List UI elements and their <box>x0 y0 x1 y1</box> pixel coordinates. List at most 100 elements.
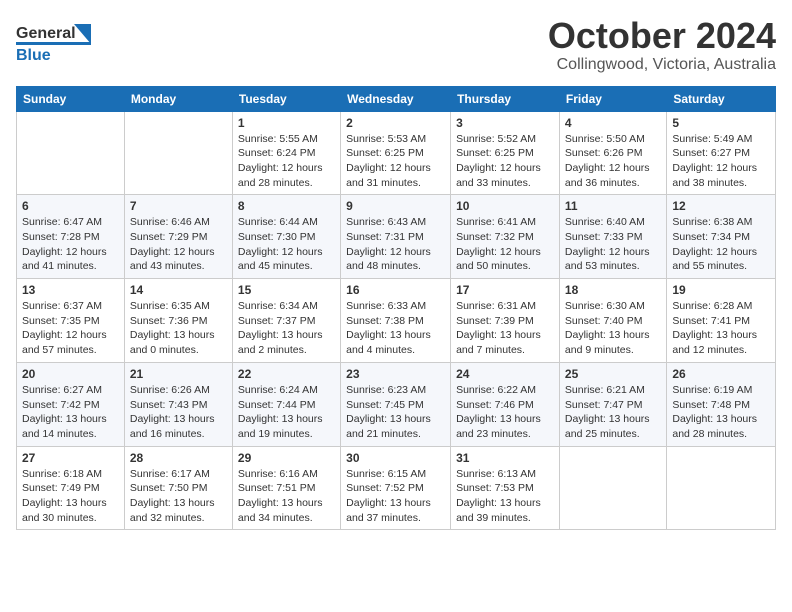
calendar-cell: 29 Sunrise: 6:16 AM Sunset: 7:51 PM Dayl… <box>232 446 340 530</box>
calendar-header-row: SundayMondayTuesdayWednesdayThursdayFrid… <box>17 86 776 111</box>
page-header: General Blue October 2024 Collingwood, V… <box>16 16 776 74</box>
day-number: 2 <box>346 116 445 130</box>
day-info: Sunrise: 5:52 AM Sunset: 6:25 PM Dayligh… <box>456 132 554 191</box>
day-number: 5 <box>672 116 770 130</box>
calendar-cell: 31 Sunrise: 6:13 AM Sunset: 7:53 PM Dayl… <box>451 446 560 530</box>
calendar-cell: 18 Sunrise: 6:30 AM Sunset: 7:40 PM Dayl… <box>559 279 666 363</box>
calendar-week-row: 1 Sunrise: 5:55 AM Sunset: 6:24 PM Dayli… <box>17 111 776 195</box>
calendar-cell: 9 Sunrise: 6:43 AM Sunset: 7:31 PM Dayli… <box>341 195 451 279</box>
calendar-cell: 21 Sunrise: 6:26 AM Sunset: 7:43 PM Dayl… <box>124 362 232 446</box>
day-number: 24 <box>456 367 554 381</box>
calendar-cell: 11 Sunrise: 6:40 AM Sunset: 7:33 PM Dayl… <box>559 195 666 279</box>
title-area: October 2024 Collingwood, Victoria, Aust… <box>548 16 776 74</box>
day-info: Sunrise: 6:19 AM Sunset: 7:48 PM Dayligh… <box>672 383 770 442</box>
weekday-header: Friday <box>559 86 666 111</box>
weekday-header: Tuesday <box>232 86 340 111</box>
calendar-week-row: 13 Sunrise: 6:37 AM Sunset: 7:35 PM Dayl… <box>17 279 776 363</box>
day-info: Sunrise: 6:47 AM Sunset: 7:28 PM Dayligh… <box>22 215 119 274</box>
day-number: 6 <box>22 199 119 213</box>
day-info: Sunrise: 6:27 AM Sunset: 7:42 PM Dayligh… <box>22 383 119 442</box>
calendar-cell: 26 Sunrise: 6:19 AM Sunset: 7:48 PM Dayl… <box>667 362 776 446</box>
day-info: Sunrise: 6:21 AM Sunset: 7:47 PM Dayligh… <box>565 383 661 442</box>
day-number: 1 <box>238 116 335 130</box>
day-number: 19 <box>672 283 770 297</box>
day-info: Sunrise: 6:40 AM Sunset: 7:33 PM Dayligh… <box>565 215 661 274</box>
day-info: Sunrise: 6:35 AM Sunset: 7:36 PM Dayligh… <box>130 299 227 358</box>
day-info: Sunrise: 6:28 AM Sunset: 7:41 PM Dayligh… <box>672 299 770 358</box>
calendar-cell <box>667 446 776 530</box>
day-info: Sunrise: 6:22 AM Sunset: 7:46 PM Dayligh… <box>456 383 554 442</box>
day-info: Sunrise: 6:46 AM Sunset: 7:29 PM Dayligh… <box>130 215 227 274</box>
svg-text:General: General <box>16 25 76 42</box>
day-number: 21 <box>130 367 227 381</box>
day-number: 16 <box>346 283 445 297</box>
calendar-cell: 12 Sunrise: 6:38 AM Sunset: 7:34 PM Dayl… <box>667 195 776 279</box>
calendar-cell: 25 Sunrise: 6:21 AM Sunset: 7:47 PM Dayl… <box>559 362 666 446</box>
calendar-cell: 22 Sunrise: 6:24 AM Sunset: 7:44 PM Dayl… <box>232 362 340 446</box>
day-number: 30 <box>346 451 445 465</box>
day-info: Sunrise: 6:23 AM Sunset: 7:45 PM Dayligh… <box>346 383 445 442</box>
day-number: 25 <box>565 367 661 381</box>
day-info: Sunrise: 6:38 AM Sunset: 7:34 PM Dayligh… <box>672 215 770 274</box>
day-number: 3 <box>456 116 554 130</box>
weekday-header: Monday <box>124 86 232 111</box>
day-number: 20 <box>22 367 119 381</box>
day-info: Sunrise: 6:18 AM Sunset: 7:49 PM Dayligh… <box>22 467 119 526</box>
day-number: 13 <box>22 283 119 297</box>
day-info: Sunrise: 6:31 AM Sunset: 7:39 PM Dayligh… <box>456 299 554 358</box>
calendar-cell: 19 Sunrise: 6:28 AM Sunset: 7:41 PM Dayl… <box>667 279 776 363</box>
calendar-cell: 30 Sunrise: 6:15 AM Sunset: 7:52 PM Dayl… <box>341 446 451 530</box>
calendar-cell: 27 Sunrise: 6:18 AM Sunset: 7:49 PM Dayl… <box>17 446 125 530</box>
calendar-week-row: 6 Sunrise: 6:47 AM Sunset: 7:28 PM Dayli… <box>17 195 776 279</box>
calendar-week-row: 27 Sunrise: 6:18 AM Sunset: 7:49 PM Dayl… <box>17 446 776 530</box>
day-number: 17 <box>456 283 554 297</box>
logo-icon: General Blue <box>16 16 94 69</box>
weekday-header: Thursday <box>451 86 560 111</box>
calendar-cell: 17 Sunrise: 6:31 AM Sunset: 7:39 PM Dayl… <box>451 279 560 363</box>
calendar-cell: 10 Sunrise: 6:41 AM Sunset: 7:32 PM Dayl… <box>451 195 560 279</box>
calendar-cell: 8 Sunrise: 6:44 AM Sunset: 7:30 PM Dayli… <box>232 195 340 279</box>
calendar-cell: 7 Sunrise: 6:46 AM Sunset: 7:29 PM Dayli… <box>124 195 232 279</box>
day-number: 22 <box>238 367 335 381</box>
day-info: Sunrise: 6:37 AM Sunset: 7:35 PM Dayligh… <box>22 299 119 358</box>
day-info: Sunrise: 6:17 AM Sunset: 7:50 PM Dayligh… <box>130 467 227 526</box>
day-number: 23 <box>346 367 445 381</box>
day-number: 11 <box>565 199 661 213</box>
day-info: Sunrise: 6:26 AM Sunset: 7:43 PM Dayligh… <box>130 383 227 442</box>
day-number: 29 <box>238 451 335 465</box>
calendar-cell: 20 Sunrise: 6:27 AM Sunset: 7:42 PM Dayl… <box>17 362 125 446</box>
day-info: Sunrise: 6:33 AM Sunset: 7:38 PM Dayligh… <box>346 299 445 358</box>
day-info: Sunrise: 5:53 AM Sunset: 6:25 PM Dayligh… <box>346 132 445 191</box>
calendar-cell: 6 Sunrise: 6:47 AM Sunset: 7:28 PM Dayli… <box>17 195 125 279</box>
day-number: 27 <box>22 451 119 465</box>
weekday-header: Wednesday <box>341 86 451 111</box>
day-info: Sunrise: 5:50 AM Sunset: 6:26 PM Dayligh… <box>565 132 661 191</box>
location-subtitle: Collingwood, Victoria, Australia <box>548 56 776 74</box>
day-number: 18 <box>565 283 661 297</box>
day-info: Sunrise: 6:15 AM Sunset: 7:52 PM Dayligh… <box>346 467 445 526</box>
day-number: 4 <box>565 116 661 130</box>
svg-text:Blue: Blue <box>16 47 51 64</box>
day-info: Sunrise: 6:24 AM Sunset: 7:44 PM Dayligh… <box>238 383 335 442</box>
calendar-cell <box>124 111 232 195</box>
weekday-header: Sunday <box>17 86 125 111</box>
weekday-header: Saturday <box>667 86 776 111</box>
day-info: Sunrise: 6:30 AM Sunset: 7:40 PM Dayligh… <box>565 299 661 358</box>
day-info: Sunrise: 5:49 AM Sunset: 6:27 PM Dayligh… <box>672 132 770 191</box>
logo: General Blue <box>16 16 94 69</box>
day-number: 28 <box>130 451 227 465</box>
day-info: Sunrise: 6:13 AM Sunset: 7:53 PM Dayligh… <box>456 467 554 526</box>
day-number: 8 <box>238 199 335 213</box>
calendar-cell: 23 Sunrise: 6:23 AM Sunset: 7:45 PM Dayl… <box>341 362 451 446</box>
calendar-cell: 16 Sunrise: 6:33 AM Sunset: 7:38 PM Dayl… <box>341 279 451 363</box>
day-info: Sunrise: 6:16 AM Sunset: 7:51 PM Dayligh… <box>238 467 335 526</box>
calendar-cell <box>559 446 666 530</box>
day-number: 7 <box>130 199 227 213</box>
calendar-cell: 14 Sunrise: 6:35 AM Sunset: 7:36 PM Dayl… <box>124 279 232 363</box>
calendar-week-row: 20 Sunrise: 6:27 AM Sunset: 7:42 PM Dayl… <box>17 362 776 446</box>
calendar-cell: 4 Sunrise: 5:50 AM Sunset: 6:26 PM Dayli… <box>559 111 666 195</box>
calendar-cell: 24 Sunrise: 6:22 AM Sunset: 7:46 PM Dayl… <box>451 362 560 446</box>
calendar-table: SundayMondayTuesdayWednesdayThursdayFrid… <box>16 86 776 531</box>
day-number: 31 <box>456 451 554 465</box>
calendar-cell: 15 Sunrise: 6:34 AM Sunset: 7:37 PM Dayl… <box>232 279 340 363</box>
